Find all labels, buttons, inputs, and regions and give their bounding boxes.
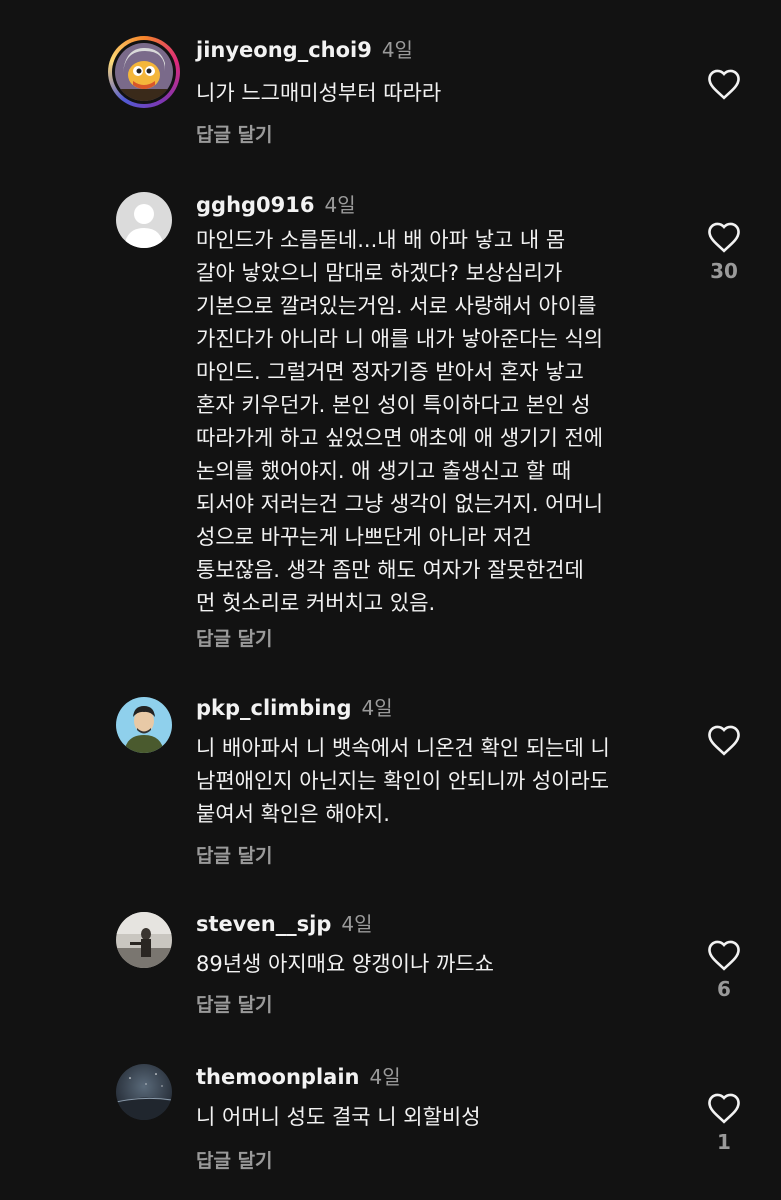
heart-outline-icon: [708, 725, 740, 756]
reply-button[interactable]: 답글 달기: [196, 1146, 273, 1173]
like-count: 30: [710, 259, 738, 283]
timestamp: 4일: [341, 912, 373, 936]
heart-outline-icon: [708, 222, 740, 253]
username[interactable]: jinyeong_choi9: [196, 38, 372, 62]
heart-outline-icon: [708, 69, 740, 100]
reply-button[interactable]: 답글 달기: [196, 990, 273, 1017]
username[interactable]: gghg0916: [196, 193, 315, 217]
default-avatar-icon: [116, 192, 172, 248]
like-count: 1: [717, 1130, 731, 1154]
heart-outline-icon: [708, 940, 740, 971]
avatar[interactable]: [116, 1064, 172, 1120]
cartoon-avatar-icon: [115, 43, 173, 101]
like-button[interactable]: 1: [704, 1092, 744, 1154]
night-sky-avatar-icon: [116, 1064, 172, 1120]
heart-outline-icon: [708, 1093, 740, 1124]
avatar[interactable]: [116, 697, 172, 753]
like-button[interactable]: 6: [704, 939, 744, 1001]
comment-text: 니가 느그매미성부터 따라라: [196, 81, 442, 105]
reply-button[interactable]: 답글 달기: [196, 120, 273, 147]
timestamp: 4일: [381, 38, 413, 62]
comment-text: 니 배아파서 니 뱃속에서 니온건 확인 되는데 니 남편애인지 아닌지는 확인…: [196, 736, 610, 826]
like-button[interactable]: [704, 724, 744, 762]
timestamp: 4일: [324, 193, 356, 217]
photo-avatar-icon: [116, 912, 172, 968]
comment-text: 89년생 아지매요 양갱이나 까드쇼: [196, 952, 494, 976]
timestamp: 4일: [361, 696, 393, 720]
username[interactable]: steven__sjp: [196, 912, 331, 936]
reply-button[interactable]: 답글 달기: [196, 624, 273, 651]
avatar[interactable]: [116, 912, 172, 968]
avatar[interactable]: [108, 36, 180, 108]
reply-button[interactable]: 답글 달기: [196, 841, 273, 868]
like-count: 6: [717, 977, 731, 1001]
username[interactable]: pkp_climbing: [196, 696, 351, 720]
comment-text: 니 어머니 성도 결국 니 외할비성: [196, 1105, 481, 1129]
comment-text: 마인드가 소름돋네...내 배 아파 낳고 내 몸 갈아 낳았으니 맘대로 하겠…: [196, 228, 604, 615]
avatar[interactable]: [116, 192, 172, 248]
like-button[interactable]: [704, 68, 744, 106]
username[interactable]: themoonplain: [196, 1065, 359, 1089]
person-avatar-icon: [116, 697, 172, 753]
like-button[interactable]: 30: [704, 221, 744, 283]
timestamp: 4일: [369, 1065, 401, 1089]
